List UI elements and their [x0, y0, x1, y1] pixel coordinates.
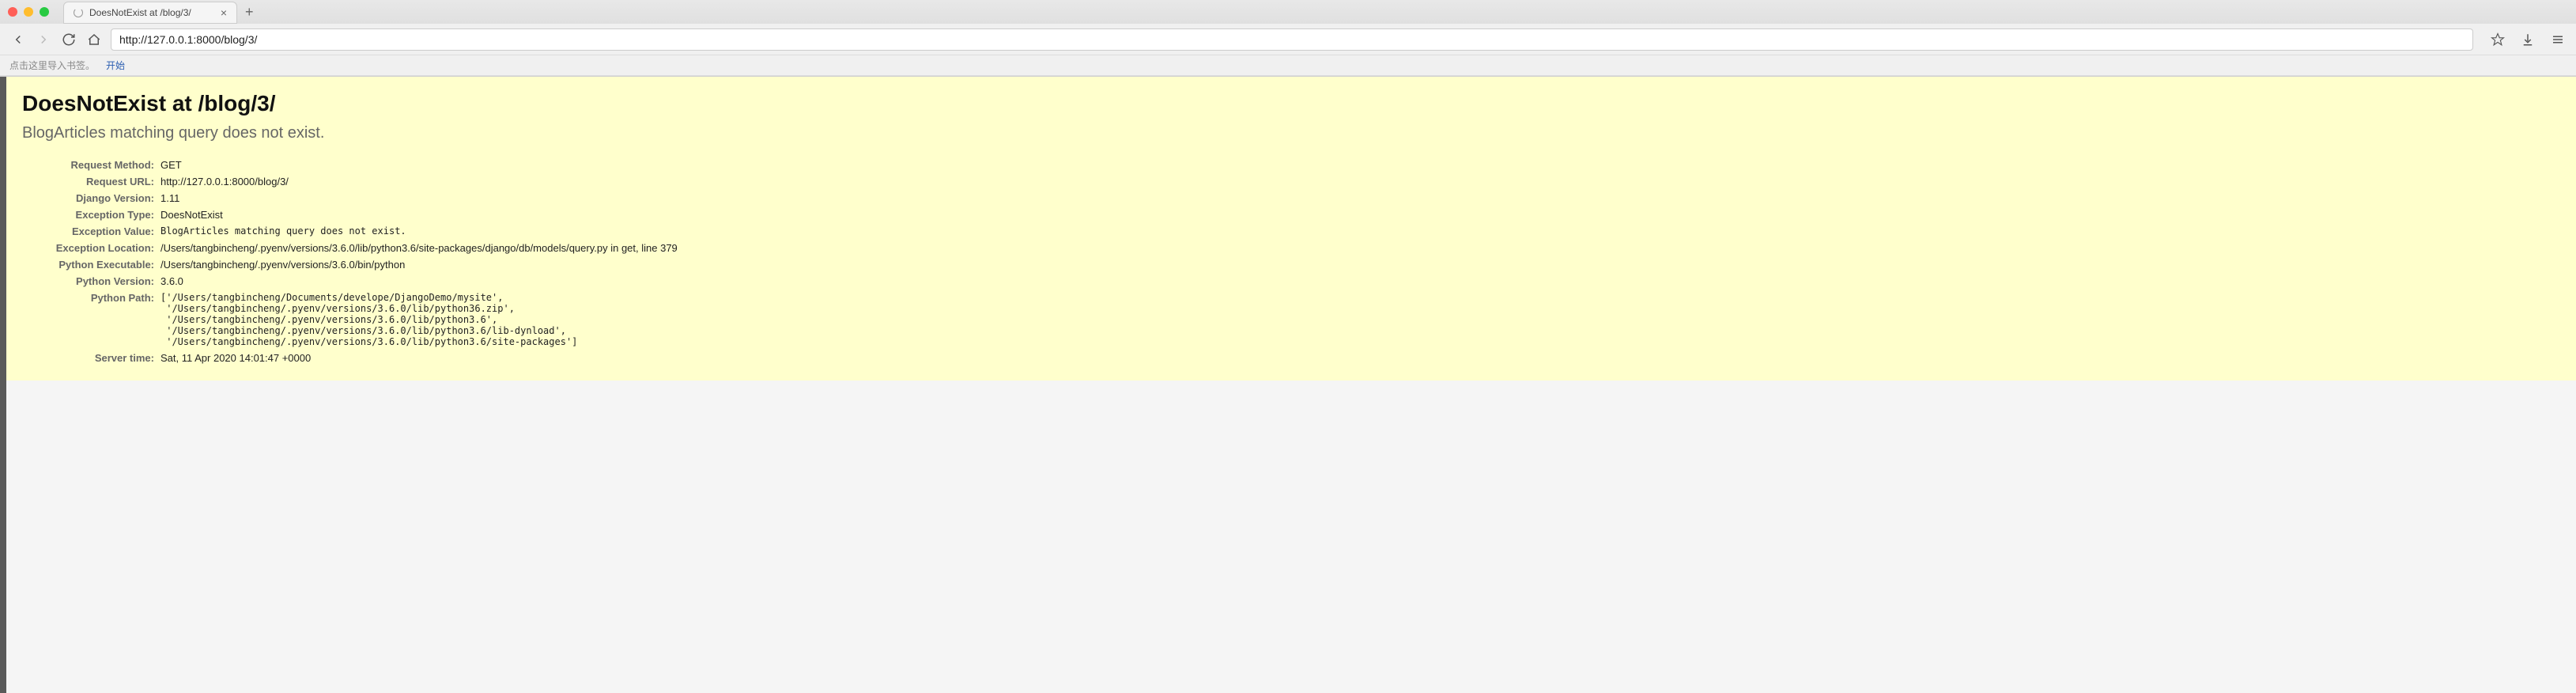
bookmarks-hint: 点击这里导入书签。	[9, 59, 95, 72]
maximize-window-button[interactable]	[40, 7, 49, 17]
value-python-path: ['/Users/tangbincheng/Documents/develope…	[161, 290, 678, 350]
row-python-version: Python Version: 3.6.0	[22, 273, 678, 290]
left-edge-decoration	[0, 77, 6, 693]
error-subheading: BlogArticles matching query does not exi…	[22, 124, 2560, 142]
window-controls	[8, 7, 49, 17]
value-request-url: http://127.0.0.1:8000/blog/3/	[161, 173, 678, 190]
row-django-version: Django Version: 1.11	[22, 190, 678, 206]
row-exception-value: Exception Value: BlogArticles matching q…	[22, 223, 678, 240]
row-server-time: Server time: Sat, 11 Apr 2020 14:01:47 +…	[22, 350, 678, 366]
row-request-method: Request Method: GET	[22, 157, 678, 173]
tab-title: DoesNotExist at /blog/3/	[89, 7, 214, 18]
value-python-version: 3.6.0	[161, 273, 678, 290]
label-exception-location: Exception Location:	[22, 240, 161, 256]
value-python-executable: /Users/tangbincheng/.pyenv/versions/3.6.…	[161, 256, 678, 273]
row-python-executable: Python Executable: /Users/tangbincheng/.…	[22, 256, 678, 273]
value-django-version: 1.11	[161, 190, 678, 206]
menu-icon[interactable]	[2549, 31, 2567, 48]
bookmark-star-icon[interactable]	[2489, 31, 2506, 48]
minimize-window-button[interactable]	[24, 7, 33, 17]
browser-toolbar: http://127.0.0.1:8000/blog/3/	[0, 24, 2576, 55]
new-tab-button[interactable]: +	[245, 4, 254, 21]
error-heading: DoesNotExist at /blog/3/	[22, 91, 2560, 116]
reload-button[interactable]	[60, 31, 77, 48]
value-exception-location: /Users/tangbincheng/.pyenv/versions/3.6.…	[161, 240, 678, 256]
titlebar: DoesNotExist at /blog/3/ × +	[0, 0, 2576, 24]
bookmark-start-link[interactable]: 开始	[106, 59, 125, 72]
toolbar-right	[2489, 31, 2567, 48]
label-python-executable: Python Executable:	[22, 256, 161, 273]
forward-button[interactable]	[35, 31, 52, 48]
close-tab-icon[interactable]: ×	[221, 6, 227, 19]
label-django-version: Django Version:	[22, 190, 161, 206]
label-python-version: Python Version:	[22, 273, 161, 290]
label-server-time: Server time:	[22, 350, 161, 366]
loading-spinner-icon	[74, 8, 83, 17]
row-exception-type: Exception Type: DoesNotExist	[22, 206, 678, 223]
django-error-page: DoesNotExist at /blog/3/ BlogArticles ma…	[6, 77, 2576, 381]
value-request-method: GET	[161, 157, 678, 173]
value-server-time: Sat, 11 Apr 2020 14:01:47 +0000	[161, 350, 678, 366]
close-window-button[interactable]	[8, 7, 17, 17]
download-icon[interactable]	[2519, 31, 2536, 48]
label-exception-type: Exception Type:	[22, 206, 161, 223]
value-exception-type: DoesNotExist	[161, 206, 678, 223]
label-exception-value: Exception Value:	[22, 223, 161, 240]
bookmarks-bar: 点击这里导入书签。 开始	[0, 55, 2576, 76]
label-python-path: Python Path:	[22, 290, 161, 350]
back-button[interactable]	[9, 31, 27, 48]
error-summary-table: Request Method: GET Request URL: http://…	[22, 157, 678, 366]
url-text: http://127.0.0.1:8000/blog/3/	[119, 33, 2465, 46]
home-button[interactable]	[85, 31, 103, 48]
row-python-path: Python Path: ['/Users/tangbincheng/Docum…	[22, 290, 678, 350]
label-request-method: Request Method:	[22, 157, 161, 173]
value-exception-value: BlogArticles matching query does not exi…	[161, 223, 678, 240]
row-request-url: Request URL: http://127.0.0.1:8000/blog/…	[22, 173, 678, 190]
browser-window-chrome: DoesNotExist at /blog/3/ × + http://127.…	[0, 0, 2576, 77]
browser-tab[interactable]: DoesNotExist at /blog/3/ ×	[63, 2, 237, 24]
url-bar[interactable]: http://127.0.0.1:8000/blog/3/	[111, 28, 2473, 51]
label-request-url: Request URL:	[22, 173, 161, 190]
row-exception-location: Exception Location: /Users/tangbincheng/…	[22, 240, 678, 256]
